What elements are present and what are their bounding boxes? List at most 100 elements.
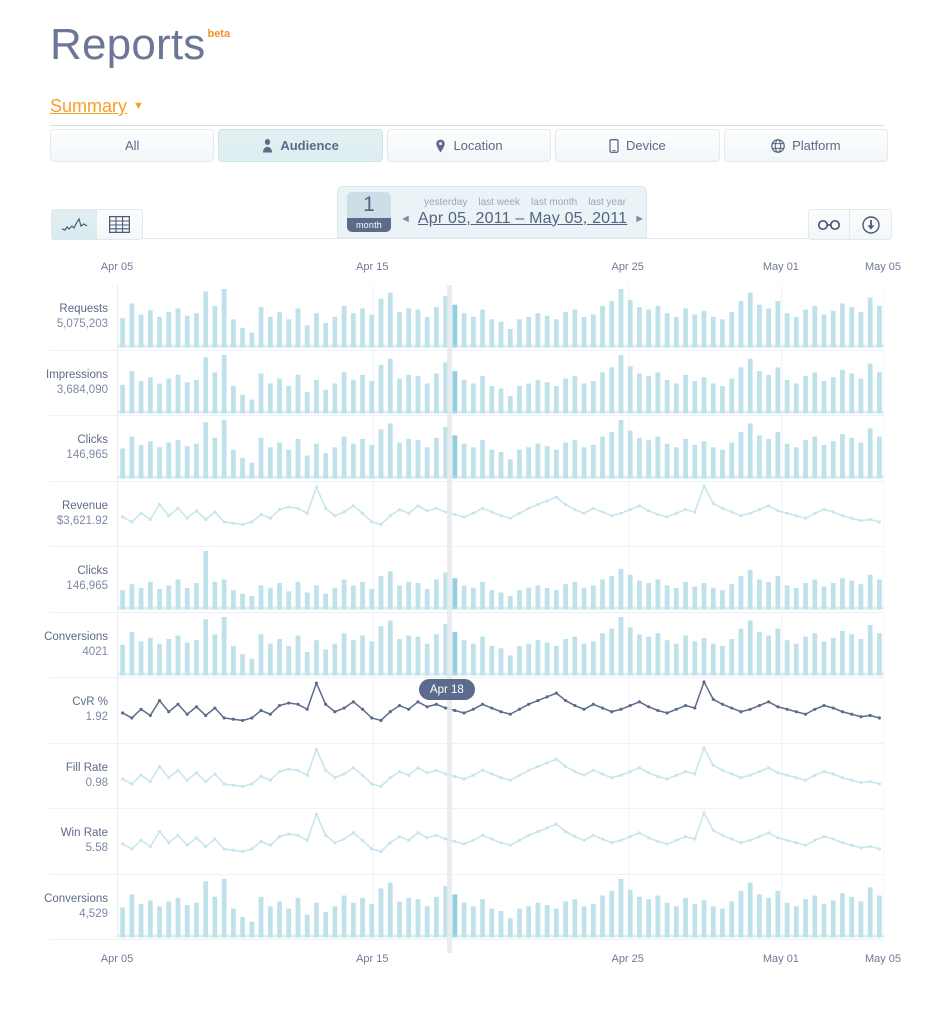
tab-all-label: All — [124, 138, 140, 153]
tab-all[interactable]: All — [50, 129, 215, 162]
metric-label: Conversions 4,529 — [44, 875, 117, 940]
next-period-arrow[interactable]: ► — [634, 213, 645, 225]
metric-name: Conversions — [44, 892, 108, 905]
tab-platform-label: Platform — [792, 138, 841, 153]
metrics-chart-stack: Requests 5,075,203 Impressions 3,684,090 Cli… — [44, 285, 884, 940]
tab-device-label: Device — [626, 138, 666, 153]
tooltip-apr18: Apr 18 — [418, 679, 475, 700]
metric-value: 146,965 — [66, 580, 108, 593]
x-tick-label: Apr 15 — [356, 261, 389, 273]
quick-link-last-year[interactable]: last year — [588, 197, 626, 208]
map-pin-icon — [435, 139, 446, 153]
date-range-main: ◄ Apr 05, 2011 – May 05, 2011 ► — [400, 210, 646, 228]
segment-tabs: All Audience Location Device Platform — [50, 129, 889, 162]
metric-value: 3,684,090 — [56, 383, 108, 396]
metric-name: CvR % — [72, 696, 108, 709]
date-quick-links: yesterday last week last month last year — [424, 197, 646, 208]
metric-label: Conversions 4021 — [44, 613, 117, 678]
calendar-badge-number: 1 — [363, 193, 375, 216]
metric-row: Conversions 4021 — [44, 612, 884, 678]
reports-page: Reports beta Summary ▼ All Audience Locati… — [0, 0, 940, 1023]
metric-plot[interactable] — [117, 285, 884, 350]
x-tick-label: Apr 25 — [611, 953, 644, 965]
metric-name: Clicks — [77, 434, 108, 447]
metric-value: 4,529 — [79, 907, 108, 920]
summary-dropdown[interactable]: Summary ▼ — [50, 96, 144, 117]
tab-location[interactable]: Location — [386, 129, 552, 162]
calendar-badge[interactable]: 1 month — [347, 192, 391, 232]
metric-label: Impressions 3,684,090 — [46, 351, 117, 416]
metric-name: Requests — [59, 303, 108, 316]
beta-badge: beta — [207, 28, 231, 40]
metric-value: 146,965 — [66, 449, 108, 462]
metric-name: Conversions — [44, 630, 108, 643]
date-range-text[interactable]: Apr 05, 2011 – May 05, 2011 — [418, 210, 627, 228]
metric-label: Clicks 146,965 — [50, 416, 117, 481]
metric-name: Win Rate — [60, 827, 108, 840]
tab-audience-label: Audience — [280, 138, 339, 153]
chevron-down-icon[interactable]: ▼ — [133, 100, 144, 112]
metric-value: 5.58 — [85, 842, 108, 855]
x-tick-label: Apr 15 — [356, 953, 389, 965]
metric-label: Win Rate 5.58 — [50, 809, 117, 874]
line-chart-icon[interactable] — [52, 210, 97, 239]
x-tick-label: May 05 — [864, 261, 902, 273]
mobile-phone-icon — [609, 138, 619, 153]
metric-row: Clicks 146,965 — [50, 547, 884, 613]
x-tick-label: Apr 05 — [100, 261, 134, 273]
quick-link-last-month[interactable]: last month — [531, 197, 577, 208]
metric-value: $3,621.92 — [56, 514, 108, 527]
metric-value: 1.92 — [85, 711, 108, 724]
metric-label: Revenue $3,621.92 — [50, 482, 117, 547]
date-range-body: yesterday last week last month last year… — [391, 197, 646, 228]
metric-label: Requests 5,075,203 — [50, 285, 117, 350]
view-mode-toggle — [51, 209, 143, 240]
metric-row: Fill Rate 0.98 — [50, 743, 884, 809]
page-title-area: Reports beta — [50, 18, 231, 72]
metric-row: Requests 5,075,203 — [50, 285, 884, 351]
toolbar-divider — [50, 238, 884, 239]
metric-name: Impressions — [46, 368, 108, 381]
metric-row: Conversions 4,529 — [44, 874, 884, 940]
metric-plot[interactable] — [117, 612, 884, 677]
tab-audience[interactable]: Audience — [218, 129, 383, 162]
tab-device[interactable]: Device — [555, 129, 720, 162]
prev-period-arrow[interactable]: ◄ — [400, 213, 411, 225]
x-axis-top: Apr 05 Apr 15 Apr 25 May 01 May 05 — [0, 261, 940, 275]
date-range-picker: 1 month yesterday last week last month l… — [337, 186, 647, 238]
metric-label: Fill Rate 0.98 — [50, 744, 117, 809]
x-axis-bottom: Apr 05 Apr 15 Apr 25 May 01 May 05 — [0, 953, 940, 967]
metric-name: Clicks — [77, 565, 108, 578]
chain-link-icon[interactable] — [809, 210, 850, 239]
quick-link-yesterday[interactable]: yesterday — [424, 197, 467, 208]
header-divider — [50, 125, 884, 126]
metric-plot[interactable] — [117, 743, 884, 808]
x-tick-label: May 01 — [762, 261, 799, 273]
download-circle-icon[interactable] — [850, 210, 891, 239]
globe-icon — [771, 138, 785, 153]
metric-plot[interactable] — [117, 874, 884, 939]
toolbar-actions — [808, 209, 892, 240]
metric-plot[interactable] — [117, 350, 884, 415]
metric-value: 4021 — [82, 645, 108, 658]
metric-plot[interactable] — [117, 481, 884, 546]
calendar-badge-unit: month — [347, 218, 391, 232]
metric-label: CvR % 1.92 — [50, 678, 117, 743]
x-tick-label: May 01 — [762, 953, 799, 965]
tab-location-label: Location — [453, 138, 503, 153]
metric-value: 5,075,203 — [56, 318, 108, 331]
person-icon — [262, 138, 273, 153]
metric-row: Revenue $3,621.92 — [50, 481, 884, 547]
metric-row: Impressions 3,684,090 — [46, 350, 884, 416]
tab-platform[interactable]: Platform — [723, 129, 889, 162]
metric-plot[interactable] — [117, 809, 884, 874]
x-tick-label: May 05 — [864, 953, 902, 965]
metric-plot[interactable] — [117, 547, 884, 612]
summary-link[interactable]: Summary — [50, 96, 127, 117]
quick-link-last-week[interactable]: last week — [478, 197, 520, 208]
x-tick-label: Apr 25 — [611, 261, 644, 273]
x-tick-label: Apr 05 — [100, 953, 134, 965]
metric-plot[interactable] — [117, 416, 884, 481]
metric-plot[interactable] — [117, 678, 884, 743]
table-grid-icon[interactable] — [97, 210, 142, 239]
